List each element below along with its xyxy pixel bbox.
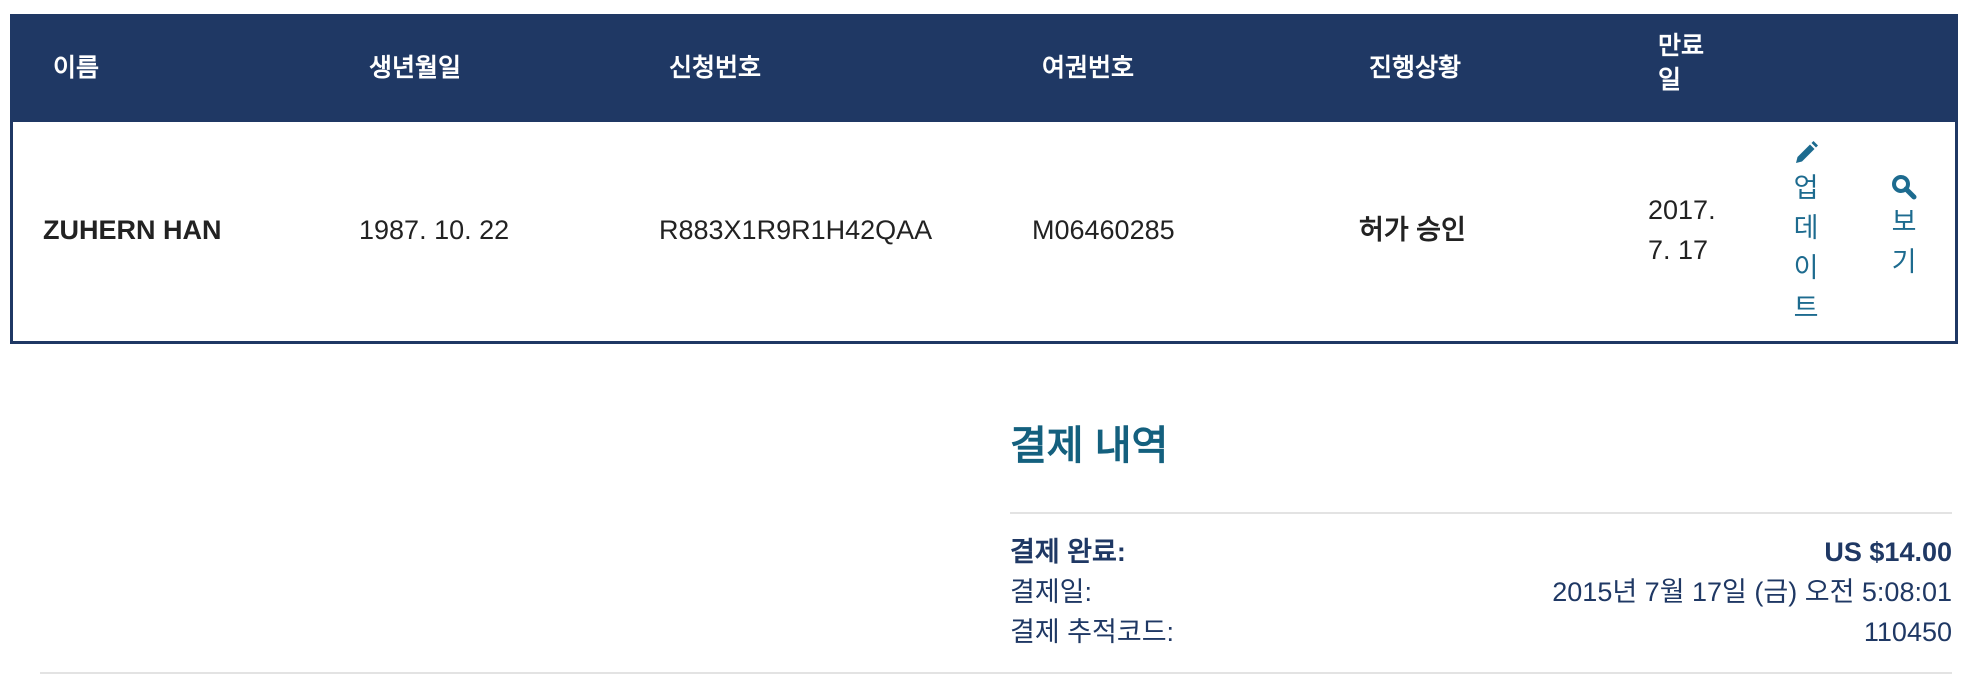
header-birth: 생년월일 <box>369 54 462 82</box>
search-icon <box>1886 172 1922 202</box>
cell-status: 허가 승인 <box>1359 215 1466 245</box>
update-char: 트 <box>1793 293 1819 323</box>
update-char: 업 <box>1793 173 1819 203</box>
pencil-icon <box>1788 138 1824 168</box>
update-char: 이 <box>1793 253 1819 283</box>
payment-row-status: 결제 완료: US $14.00 <box>1010 532 1952 572</box>
application-table: 이름 생년월일 신청번호 여권번호 진행상황 만료 일 ZUHERN HAN 1… <box>10 14 1958 344</box>
cell-expiry: 2017. 7. 17 <box>1648 190 1738 270</box>
view-char: 기 <box>1891 247 1917 277</box>
payment-row-date: 결제일: 2015년 7월 17일 (금) 오전 5:08:01 <box>1010 572 1952 612</box>
view-char: 보 <box>1891 207 1917 237</box>
cell-name: ZUHERN HAN <box>43 215 222 245</box>
header-name: 이름 <box>53 54 100 82</box>
header-passport-no: 여권번호 <box>1042 54 1135 82</box>
header-expiry-line1: 만료 <box>1658 32 1705 60</box>
header-status: 진행상황 <box>1369 54 1462 82</box>
header-expiry: 만료 일 <box>1658 29 1718 97</box>
view-label[interactable]: 보 기 <box>1886 202 1922 282</box>
cell-application-no: R883X1R9R1H42QAA <box>659 215 933 245</box>
cell-expiry-line2: 7. 17 <box>1648 235 1709 265</box>
update-char: 데 <box>1793 213 1819 243</box>
payment-divider <box>1010 512 1952 514</box>
update-link[interactable]: 업 데 이 트 <box>1788 138 1824 328</box>
table-header: 이름 생년월일 신청번호 여권번호 진행상황 만료 일 <box>10 14 1958 122</box>
payment-title: 결제 내역 <box>1010 424 1169 468</box>
header-application-no: 신청번호 <box>669 54 762 82</box>
header-expiry-line2: 일 <box>1658 66 1682 94</box>
payment-amount: US $14.00 <box>1824 537 1952 567</box>
payment-date-label: 결제일: <box>1010 577 1093 607</box>
payment-status-label: 결제 완료: <box>1010 537 1126 567</box>
payment-row-tracking: 결제 추적코드: 110450 <box>1010 612 1952 652</box>
payment-tracking-value: 110450 <box>1863 617 1952 647</box>
payment-tracking-label: 결제 추적코드: <box>1010 617 1175 647</box>
cell-birth: 1987. 10. 22 <box>359 215 510 245</box>
bottom-divider <box>40 672 1952 674</box>
update-label[interactable]: 업 데 이 트 <box>1788 168 1824 328</box>
cell-expiry-line1: 2017. <box>1648 195 1716 225</box>
cell-passport-no: M06460285 <box>1032 215 1175 245</box>
payment-section: 결제 내역 결제 완료: US $14.00 결제일: 2015년 7월 17일… <box>1010 420 1952 647</box>
view-link[interactable]: 보 기 <box>1886 172 1922 282</box>
payment-date-value: 2015년 7월 17일 (금) 오전 5:08:01 <box>1552 577 1952 607</box>
